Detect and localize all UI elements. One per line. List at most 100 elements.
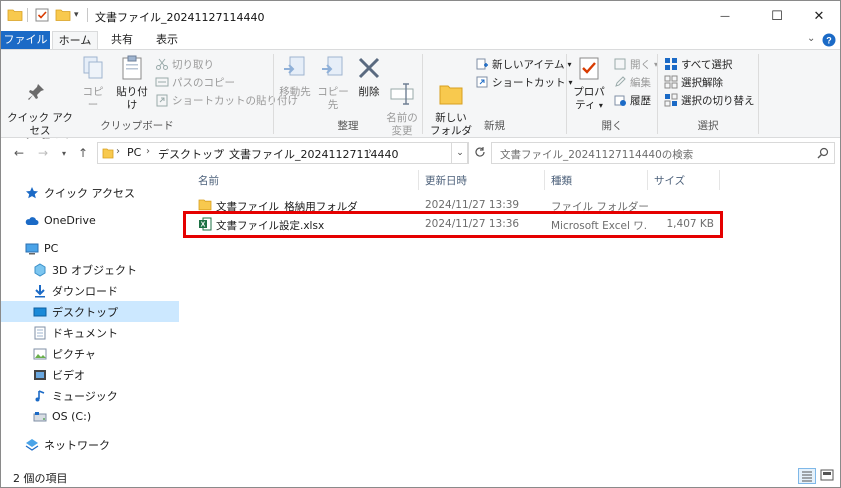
- breadcrumb-chevron-icon: ›: [116, 146, 120, 157]
- column-header-date[interactable]: 更新日時: [425, 168, 545, 192]
- address-folder-icon: [102, 146, 114, 163]
- up-button[interactable]: ↑: [75, 145, 91, 161]
- delete-label: 削除: [358, 86, 380, 98]
- tab-file[interactable]: ファイル: [1, 31, 50, 49]
- nav-3d-objects[interactable]: 3D オブジェクト: [1, 259, 179, 280]
- column-header-type[interactable]: 種類: [551, 168, 651, 192]
- invert-selection-icon: [664, 93, 678, 107]
- minimize-button[interactable]: —: [702, 1, 748, 31]
- history-button[interactable]: 履歴: [613, 92, 651, 108]
- breadcrumb-chevron-icon: ›: [146, 146, 150, 157]
- large-icons-view-icon: [820, 469, 834, 481]
- select-none-button[interactable]: 選択解除: [664, 74, 723, 90]
- select-all-button[interactable]: すべて選択: [664, 56, 732, 72]
- address-bar[interactable]: › PC › デスクトップ › 文書ファイル_20241127114440 ›: [97, 142, 468, 164]
- maximize-icon: ☐: [771, 8, 783, 24]
- nav-documents[interactable]: ドキュメント: [1, 322, 179, 343]
- nav-videos[interactable]: ビデオ: [1, 364, 179, 385]
- cut-button[interactable]: 切り取り: [155, 56, 214, 72]
- ribbon-expand-icon[interactable]: ⌄: [807, 33, 815, 44]
- details-view-icon: [802, 471, 812, 482]
- back-button[interactable]: ←: [11, 145, 27, 161]
- move-to-button[interactable]: 移動先: [278, 54, 312, 99]
- clipboard-group-label: クリップボード: [100, 120, 174, 132]
- ribbon: クイック アクセス にピン留めする コピー 貼り付け 切り取り パスのコ: [1, 49, 840, 163]
- refresh-button[interactable]: [470, 142, 490, 164]
- breadcrumb-chevron-icon: ›: [217, 146, 221, 157]
- address-history-dropdown[interactable]: ⌄: [451, 142, 469, 164]
- nav-quick-access[interactable]: クイック アクセス: [1, 182, 179, 203]
- search-placeholder: 文書ファイル_20241127114440の検索: [500, 149, 694, 161]
- search-box[interactable]: 文書ファイル_20241127114440の検索: [491, 142, 835, 164]
- tab-share[interactable]: 共有: [102, 31, 142, 49]
- star-icon: [25, 186, 39, 200]
- large-icons-view-button[interactable]: [819, 468, 837, 484]
- breadcrumb-current-folder[interactable]: 文書ファイル_20241127114440: [229, 146, 398, 162]
- nav-label: ダウンロード: [52, 284, 118, 298]
- nav-pc[interactable]: PC: [1, 238, 179, 259]
- nav-network[interactable]: ネットワーク: [1, 434, 179, 455]
- new-folder-icon: [437, 67, 465, 105]
- new-item-button[interactable]: 新しいアイテム ▾: [475, 56, 571, 72]
- nav-music[interactable]: ミュージック: [1, 385, 179, 406]
- select-group-label: 選択: [697, 120, 719, 132]
- history-label: 履歴: [630, 94, 651, 107]
- properties-check-icon[interactable]: [35, 8, 49, 25]
- copy-path-button[interactable]: パスのコピー: [155, 74, 235, 90]
- folder-icon: [7, 8, 23, 25]
- details-view-button[interactable]: [798, 468, 816, 484]
- music-icon: [33, 389, 47, 403]
- new-folder-button[interactable]: 新しい フォルダー: [427, 54, 475, 151]
- edit-icon: [613, 75, 627, 89]
- open-button[interactable]: 開く ▾: [613, 56, 658, 72]
- delete-button[interactable]: 削除: [355, 54, 383, 99]
- chevron-down-icon: ⌄: [456, 148, 464, 158]
- invert-selection-button[interactable]: 選択の切り替え: [664, 92, 755, 108]
- scissors-icon: [155, 57, 169, 71]
- easy-access-button[interactable]: ショートカット ▾: [475, 74, 573, 90]
- copy-to-button[interactable]: コピー先: [314, 54, 352, 112]
- forward-button[interactable]: →: [35, 145, 51, 161]
- window-title: 文書ファイル_20241127114440: [95, 11, 265, 24]
- column-header-name[interactable]: 名前: [198, 168, 418, 192]
- properties-button[interactable]: プロパティ ▾: [569, 54, 609, 112]
- nav-desktop[interactable]: デスクトップ: [1, 301, 179, 322]
- tab-view[interactable]: 表示: [147, 31, 187, 49]
- close-button[interactable]: ✕: [796, 1, 840, 31]
- nav-onedrive[interactable]: OneDrive: [1, 210, 179, 231]
- explorer-window: ▾ 文書ファイル_20241127114440 — ☐ ✕ ファイル ホーム 共…: [0, 0, 841, 488]
- open-icon: [613, 57, 627, 71]
- navigation-pane: クイック アクセス OneDrive PC 3D オブジェクト ダウンロード デ…: [1, 168, 181, 464]
- new-item-label: 新しいアイテム: [492, 58, 565, 71]
- clipboard-group: クイック アクセス にピン留めする コピー 貼り付け 切り取り パスのコ: [1, 50, 298, 163]
- recent-locations-button[interactable]: ▾: [56, 145, 72, 161]
- cloud-icon: [25, 214, 39, 228]
- nav-pictures[interactable]: ピクチャ: [1, 343, 179, 364]
- edit-label: 編集: [630, 76, 651, 89]
- svg-text:?: ?: [826, 36, 832, 46]
- easy-access-label: ショートカット: [492, 76, 566, 89]
- copy-path-label: パスのコピー: [172, 76, 235, 89]
- nav-os-drive[interactable]: OS (C:): [1, 406, 179, 427]
- copy-button[interactable]: コピー: [79, 54, 107, 112]
- nav-label: ドキュメント: [52, 326, 118, 340]
- help-icon[interactable]: ?: [822, 33, 836, 50]
- breadcrumb-pc[interactable]: PC: [127, 146, 141, 159]
- organize-group: 移動先 コピー先 削除 名前の 変更 整理: [274, 50, 422, 137]
- cut-label: 切り取り: [172, 58, 214, 71]
- paste-button[interactable]: 貼り付け: [112, 54, 152, 112]
- nav-label: ネットワーク: [44, 438, 110, 452]
- column-header-size[interactable]: サイズ: [654, 168, 714, 192]
- tab-home[interactable]: ホーム: [52, 31, 98, 50]
- search-icon: [817, 147, 829, 162]
- nav-label: デスクトップ: [52, 305, 118, 319]
- maximize-button[interactable]: ☐: [754, 1, 800, 31]
- edit-button[interactable]: 編集: [613, 74, 651, 90]
- quick-access-dropdown-icon[interactable]: ▾: [74, 10, 79, 20]
- nav-downloads[interactable]: ダウンロード: [1, 280, 179, 301]
- breadcrumb-desktop[interactable]: デスクトップ: [158, 146, 224, 162]
- delete-x-icon: [355, 54, 383, 82]
- navigation-bar: ← → ▾ ↑ › PC › デスクトップ › 文書ファイル_202411271…: [1, 139, 840, 167]
- new-folder-icon[interactable]: [55, 8, 71, 25]
- nav-label: ピクチャ: [52, 347, 96, 361]
